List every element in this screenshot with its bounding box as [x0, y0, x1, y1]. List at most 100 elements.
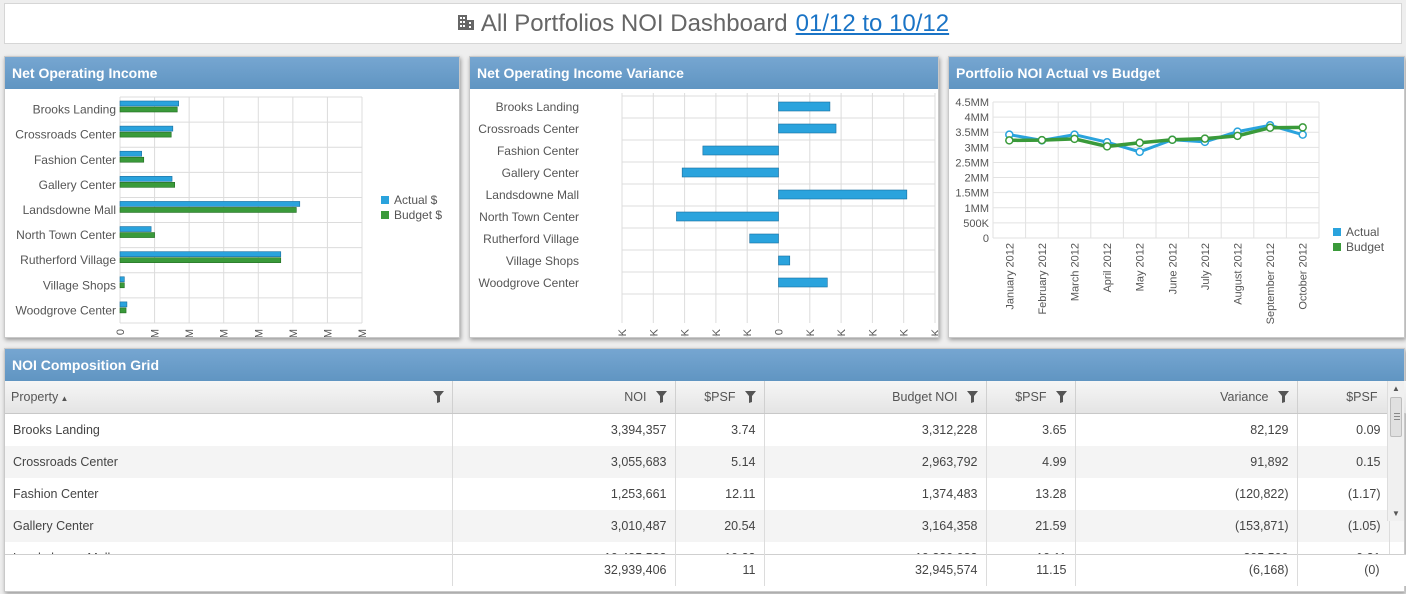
- budget-noi-cell: 2,963,792: [764, 445, 987, 478]
- column-label: NOI: [624, 389, 647, 404]
- x-tick-label: February 2012: [1037, 243, 1049, 315]
- x-tick-label: -50K: [742, 328, 754, 337]
- data-point-budget: [1298, 123, 1307, 132]
- table-row[interactable]: Crossroads Center 3,055,683 5.14 2,963,792 4…: [5, 445, 1404, 478]
- variance-psf-cell: 0.09: [1297, 413, 1390, 446]
- x-tick-label: March 2012: [1070, 243, 1082, 301]
- y-tick-label: 500K: [963, 218, 989, 230]
- filter-icon[interactable]: [1277, 391, 1289, 403]
- column-header-psf-4[interactable]: $PSF: [986, 381, 1076, 414]
- filter-icon[interactable]: [966, 391, 978, 403]
- noi-cell[interactable]: 1,253,661: [452, 477, 676, 510]
- scroll-thumb[interactable]: [1390, 397, 1402, 437]
- table-row[interactable]: Fashion Center 1,253,661 12.11 1,374,483 13.…: [5, 477, 1404, 510]
- table-row[interactable]: Landsdowne Mall10,435,53210.3310,230,032…: [5, 541, 1404, 554]
- data-point-budget: [1233, 131, 1242, 141]
- variance-panel-title: Net Operating Income Variance: [470, 57, 938, 89]
- category-label: Crossroads Center: [15, 128, 116, 142]
- category-label: Woodgrove Center: [479, 276, 580, 290]
- budget-noi-cell: 3,164,358: [764, 509, 987, 542]
- sort-asc-icon: ▲: [58, 393, 69, 403]
- bar-actual: [119, 276, 125, 283]
- variance-panel: Net Operating Income Variance -250K -200K…: [469, 56, 939, 338]
- filter-icon[interactable]: [1055, 391, 1067, 403]
- noi-grid-header: Property ▲ NOI $PSF Budget NOI $PSF Variance $…: [5, 381, 1406, 414]
- x-tick-label: 200K: [899, 328, 911, 337]
- total-budget-noi: 32,945,574: [764, 553, 987, 586]
- x-tick-label: 12MM: [322, 329, 334, 337]
- variance-psf-cell: (1.05): [1297, 509, 1390, 542]
- bar-actual: [119, 201, 301, 207]
- bar-variance: [681, 167, 779, 178]
- category-label: Rutherford Village: [20, 253, 116, 267]
- category-label: Fashion Center: [497, 144, 579, 158]
- noi-chart: 0 2MM 4MM 6MM 8MM 10MM 12MM 14MM Brooks Landing C…: [15, 96, 442, 337]
- x-tick-label: 4MM: [184, 329, 196, 337]
- bar-budget: [119, 106, 178, 113]
- category-label: Crossroads Center: [478, 122, 579, 136]
- noi-cell[interactable]: 10,435,532: [452, 541, 676, 554]
- table-row[interactable]: Gallery Center 3,010,487 20.54 3,164,358 21.…: [5, 509, 1404, 542]
- table-row[interactable]: Brooks Landing 3,394,357 3.74 3,312,228 3.65…: [5, 413, 1404, 446]
- column-header-noi-1[interactable]: NOI: [452, 381, 676, 414]
- grid-panel-title: NOI Composition Grid: [5, 349, 1404, 381]
- category-label: North Town Center: [16, 228, 116, 242]
- scroll-down-arrow[interactable]: ▼: [1388, 506, 1404, 521]
- noi-cell[interactable]: 3,394,357: [452, 413, 676, 446]
- column-header-psf-2[interactable]: $PSF: [675, 381, 765, 414]
- property-cell: Brooks Landing: [5, 413, 453, 446]
- budget-psf-cell: 10.11: [986, 541, 1076, 554]
- x-tick-label: -100K: [711, 328, 723, 337]
- noi-panel-title: Net Operating Income: [5, 57, 459, 89]
- filter-icon[interactable]: [655, 391, 667, 403]
- noi-cell[interactable]: 3,010,487: [452, 509, 676, 542]
- building-icon: [457, 10, 475, 38]
- filter-icon[interactable]: [432, 391, 444, 403]
- y-tick-label: 3MM: [965, 142, 989, 154]
- x-tick-label: 0: [774, 329, 786, 335]
- totals-label: [5, 553, 453, 586]
- bar-budget: [119, 257, 282, 263]
- legend-label: Actual: [1346, 225, 1379, 239]
- page-title: All Portfolios NOI Dashboard: [480, 9, 788, 37]
- category-label: Village Shops: [506, 254, 579, 268]
- grid-vertical-scrollbar[interactable]: ▲ ▼: [1387, 381, 1404, 521]
- bar-variance: [778, 101, 831, 112]
- column-header-property-0[interactable]: Property ▲: [5, 381, 453, 414]
- x-tick-label: July 2012: [1200, 243, 1212, 290]
- noi-cell[interactable]: 3,055,683: [452, 445, 676, 478]
- y-tick-label: 0: [983, 233, 989, 245]
- x-tick-label: January 2012: [1004, 243, 1016, 310]
- y-tick-label: 1.5MM: [955, 188, 989, 200]
- dashboard-title-bar: All Portfolios NOI Dashboard 01/12 to 10…: [4, 3, 1402, 44]
- legend-label: Actual $: [394, 193, 438, 207]
- data-point-budget: [1070, 134, 1079, 144]
- bar-budget: [119, 282, 125, 289]
- column-label: Budget NOI: [892, 389, 958, 404]
- variance-psf-cell: (1.17): [1297, 477, 1390, 510]
- category-label: Brooks Landing: [33, 103, 116, 117]
- data-point-budget: [1102, 142, 1112, 151]
- grid-body[interactable]: Brooks Landing 3,394,357 3.74 3,312,228 3.65…: [5, 413, 1404, 554]
- filter-icon[interactable]: [744, 391, 756, 403]
- bar-budget: [119, 207, 297, 213]
- category-label: Landsdowne Mall: [486, 188, 579, 202]
- column-header-budget-noi-3[interactable]: Budget NOI: [764, 381, 987, 414]
- x-tick-label: 0: [115, 329, 127, 335]
- column-header-variance-5[interactable]: Variance: [1075, 381, 1298, 414]
- variance-cell: 82,129: [1075, 413, 1298, 446]
- scroll-up-arrow[interactable]: ▲: [1388, 381, 1404, 396]
- budget-noi-cell: 3,312,228: [764, 413, 987, 446]
- scrollbar-gutter: [1389, 541, 1404, 554]
- psf-cell: 5.14: [675, 445, 765, 478]
- bar-budget: [119, 182, 175, 188]
- date-range-link[interactable]: 01/12 to 10/12: [796, 10, 949, 38]
- legend-swatch: [381, 211, 389, 219]
- bar-actual: [119, 301, 128, 308]
- y-tick-label: 1MM: [965, 203, 989, 215]
- x-tick-label: 150K: [867, 328, 879, 337]
- bar-budget: [119, 307, 127, 314]
- noi-panel: Net Operating Income 0 2MM 4MM 6MM 8MM 10MM 12…: [4, 56, 460, 338]
- variance-cell: (153,871): [1075, 509, 1298, 542]
- column-label: Property: [11, 389, 59, 404]
